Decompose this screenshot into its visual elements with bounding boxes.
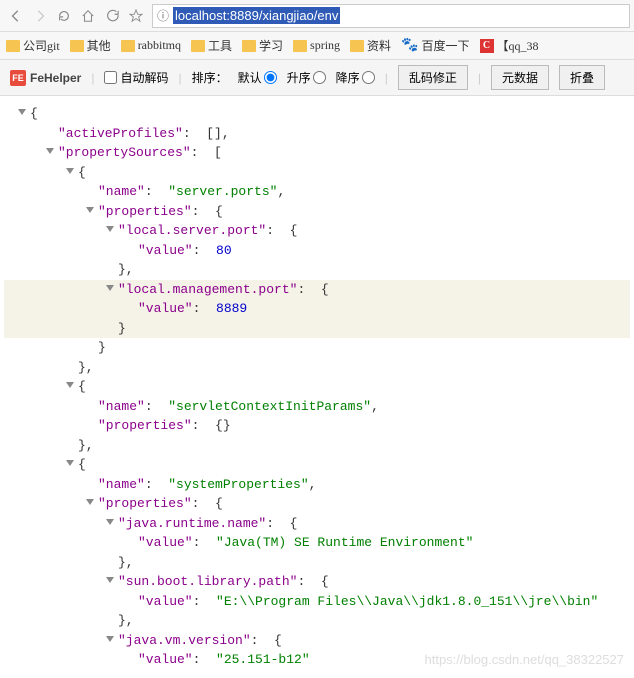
caret-icon[interactable] [106, 226, 114, 232]
json-value: "servletContextInitParams" [168, 399, 371, 414]
json-key: "properties" [98, 204, 192, 219]
folder-icon [70, 40, 84, 52]
folder-icon [350, 40, 364, 52]
fix-encoding-button[interactable]: 乱码修正 [398, 65, 468, 90]
folder-icon [6, 40, 20, 52]
json-key: "name" [98, 477, 145, 492]
autodecode-label: 自动解码 [120, 69, 168, 86]
bookmark-study[interactable]: 学习 [242, 37, 283, 54]
sort-desc-radio[interactable]: 降序 [336, 69, 375, 86]
json-key: "value" [138, 652, 193, 667]
json-value: "E:\\Program Files\\Java\\jdk1.8.0_151\\… [216, 594, 598, 609]
radio-label: 降序 [336, 69, 360, 86]
separator: | [91, 71, 94, 85]
caret-icon[interactable] [86, 499, 94, 505]
back-button[interactable] [4, 4, 28, 28]
bookmark-label: 【qq_38 [497, 37, 539, 54]
bookmarks-bar: 公司git 其他 rabbitmq 工具 学习 spring 资料 🐾百度一下 … [0, 32, 634, 60]
caret-icon[interactable] [66, 168, 74, 174]
bookmark-label: 百度一下 [422, 37, 470, 54]
fehelper-name: FeHelper [30, 71, 81, 85]
sort-asc-radio[interactable]: 升序 [287, 69, 326, 86]
json-key: "name" [98, 399, 145, 414]
c-icon: C [480, 39, 494, 53]
json-key: "value" [138, 594, 193, 609]
caret-icon[interactable] [86, 207, 94, 213]
json-value: 8889 [216, 301, 247, 316]
reload-button[interactable] [52, 4, 76, 28]
folder-icon [121, 40, 135, 52]
radio-label: 升序 [287, 69, 311, 86]
json-value: "systemProperties" [168, 477, 308, 492]
fehelper-toolbar: FEFeHelper | 自动解码 | 排序： 默认 升序 降序 | 乱码修正 … [0, 60, 634, 96]
bookmark-label: 资料 [367, 37, 391, 54]
bookmark-label: 其他 [87, 37, 111, 54]
info-icon: ⓘ [153, 7, 173, 24]
url-bar[interactable]: ⓘ localhost:8889/xiangjiao/env [152, 4, 630, 28]
json-value: [] [206, 126, 222, 141]
sort-label: 排序： [192, 69, 228, 86]
json-key: "properties" [98, 418, 192, 433]
folder-icon [293, 40, 307, 52]
bookmark-spring[interactable]: spring [293, 38, 340, 53]
json-key: "java.runtime.name" [118, 516, 266, 531]
browser-navbar: ⓘ localhost:8889/xiangjiao/env [0, 0, 634, 32]
caret-icon[interactable] [106, 636, 114, 642]
json-key: "value" [138, 535, 193, 550]
separator: | [478, 71, 481, 85]
fe-icon: FE [10, 70, 26, 86]
bookmark-tools[interactable]: 工具 [191, 37, 232, 54]
bookmark-label: rabbitmq [138, 38, 181, 53]
forward-button[interactable] [28, 4, 52, 28]
bookmark-label: 公司git [23, 37, 60, 54]
json-key: "local.server.port" [118, 223, 266, 238]
fehelper-logo: FE FeHelper [10, 70, 81, 86]
caret-icon[interactable] [106, 285, 114, 291]
paw-icon: 🐾 [401, 37, 418, 54]
bookmark-label: 学习 [259, 37, 283, 54]
caret-icon[interactable] [18, 109, 26, 115]
sort-default-radio[interactable]: 默认 [238, 69, 277, 86]
caret-icon[interactable] [66, 460, 74, 466]
folder-icon [242, 40, 256, 52]
json-key: "value" [138, 301, 193, 316]
json-value: "server.ports" [168, 184, 277, 199]
json-key: "activeProfiles" [58, 126, 183, 141]
bookmark-label: spring [310, 38, 340, 53]
refresh-button[interactable] [100, 4, 124, 28]
caret-icon[interactable] [106, 519, 114, 525]
json-value: "Java(TM) SE Runtime Environment" [216, 535, 473, 550]
bookmark-baidu[interactable]: 🐾百度一下 [401, 37, 469, 54]
caret-icon[interactable] [46, 148, 54, 154]
bookmark-rabbitmq[interactable]: rabbitmq [121, 38, 181, 53]
json-key: "java.vm.version" [118, 633, 251, 648]
json-key: "properties" [98, 496, 192, 511]
json-key: "name" [98, 184, 145, 199]
home-button[interactable] [76, 4, 100, 28]
radio-label: 默认 [238, 69, 262, 86]
json-value: "25.151-b12" [216, 652, 310, 667]
separator: | [179, 71, 182, 85]
caret-icon[interactable] [66, 382, 74, 388]
url-text: localhost:8889/xiangjiao/env [173, 7, 340, 24]
json-key: "local.management.port" [118, 282, 297, 297]
caret-icon[interactable] [106, 577, 114, 583]
separator: | [385, 71, 388, 85]
json-viewer: { "activeProfiles": [], "propertySources… [0, 96, 634, 678]
collapse-button[interactable]: 折叠 [559, 65, 605, 90]
bookmark-docs[interactable]: 资料 [350, 37, 391, 54]
json-key: "propertySources" [58, 145, 191, 160]
raw-data-button[interactable]: 元数据 [491, 65, 549, 90]
bookmark-other[interactable]: 其他 [70, 37, 111, 54]
bookmark-label: 工具 [208, 37, 232, 54]
json-key: "sun.boot.library.path" [118, 574, 297, 589]
autodecode-checkbox[interactable]: 自动解码 [104, 69, 168, 86]
star-button[interactable] [124, 4, 148, 28]
json-key: "value" [138, 243, 193, 258]
json-value: 80 [216, 243, 232, 258]
bookmark-csdn[interactable]: C【qq_38 [480, 37, 539, 54]
bookmark-company-git[interactable]: 公司git [6, 37, 60, 54]
folder-icon [191, 40, 205, 52]
